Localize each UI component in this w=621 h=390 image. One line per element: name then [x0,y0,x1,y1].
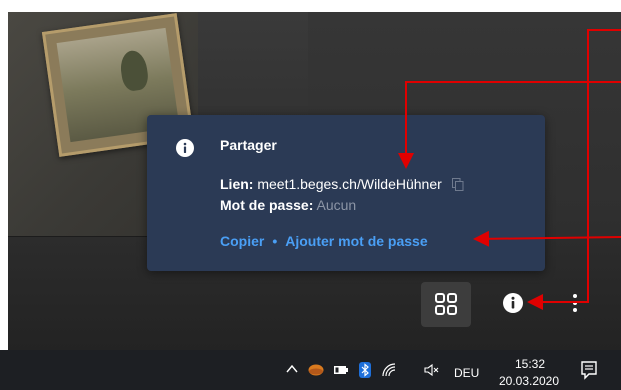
password-row: Mot de passe: Aucun [220,197,356,213]
password-value: Aucun [316,197,357,213]
tile-view-icon [435,293,457,315]
action-separator: • [272,233,278,249]
painting-tree [118,48,150,93]
copy-icon[interactable] [451,178,464,191]
info-icon [176,139,194,157]
password-label: Mot de passe: [220,197,314,213]
share-info-popup: Partager Lien: meet1.beges.ch/WildeHühne… [147,115,545,271]
meeting-link[interactable]: meet1.beges.ch/WildeHühner [257,176,441,192]
app-icon[interactable] [308,362,324,378]
network-icon[interactable] [381,362,397,378]
link-label: Lien: [220,176,254,192]
screen: Partager Lien: meet1.beges.ch/WildeHühne… [0,0,621,390]
bluetooth-icon[interactable] [357,362,373,378]
link-row: Lien: meet1.beges.ch/WildeHühner [220,176,464,192]
windows-taskbar: DEU 15:32 20.03.2020 [0,350,621,390]
tile-view-button[interactable] [421,282,471,327]
action-center-icon[interactable] [580,360,598,380]
clock-date[interactable]: 20.03.2020 [493,374,565,388]
battery-icon[interactable] [333,362,349,378]
copy-link-button[interactable]: Copier [220,233,264,249]
chevron-up-icon[interactable] [285,362,299,376]
popup-title: Partager [220,137,277,153]
add-password-button[interactable]: Ajouter mot de passe [285,233,427,249]
more-options-button[interactable] [568,291,582,315]
clock-time[interactable]: 15:32 [505,357,555,371]
popup-actions: Copier • Ajouter mot de passe [220,233,428,249]
volume-muted-icon[interactable] [424,362,440,378]
info-button[interactable] [502,292,524,314]
input-language[interactable]: DEU [454,366,479,380]
